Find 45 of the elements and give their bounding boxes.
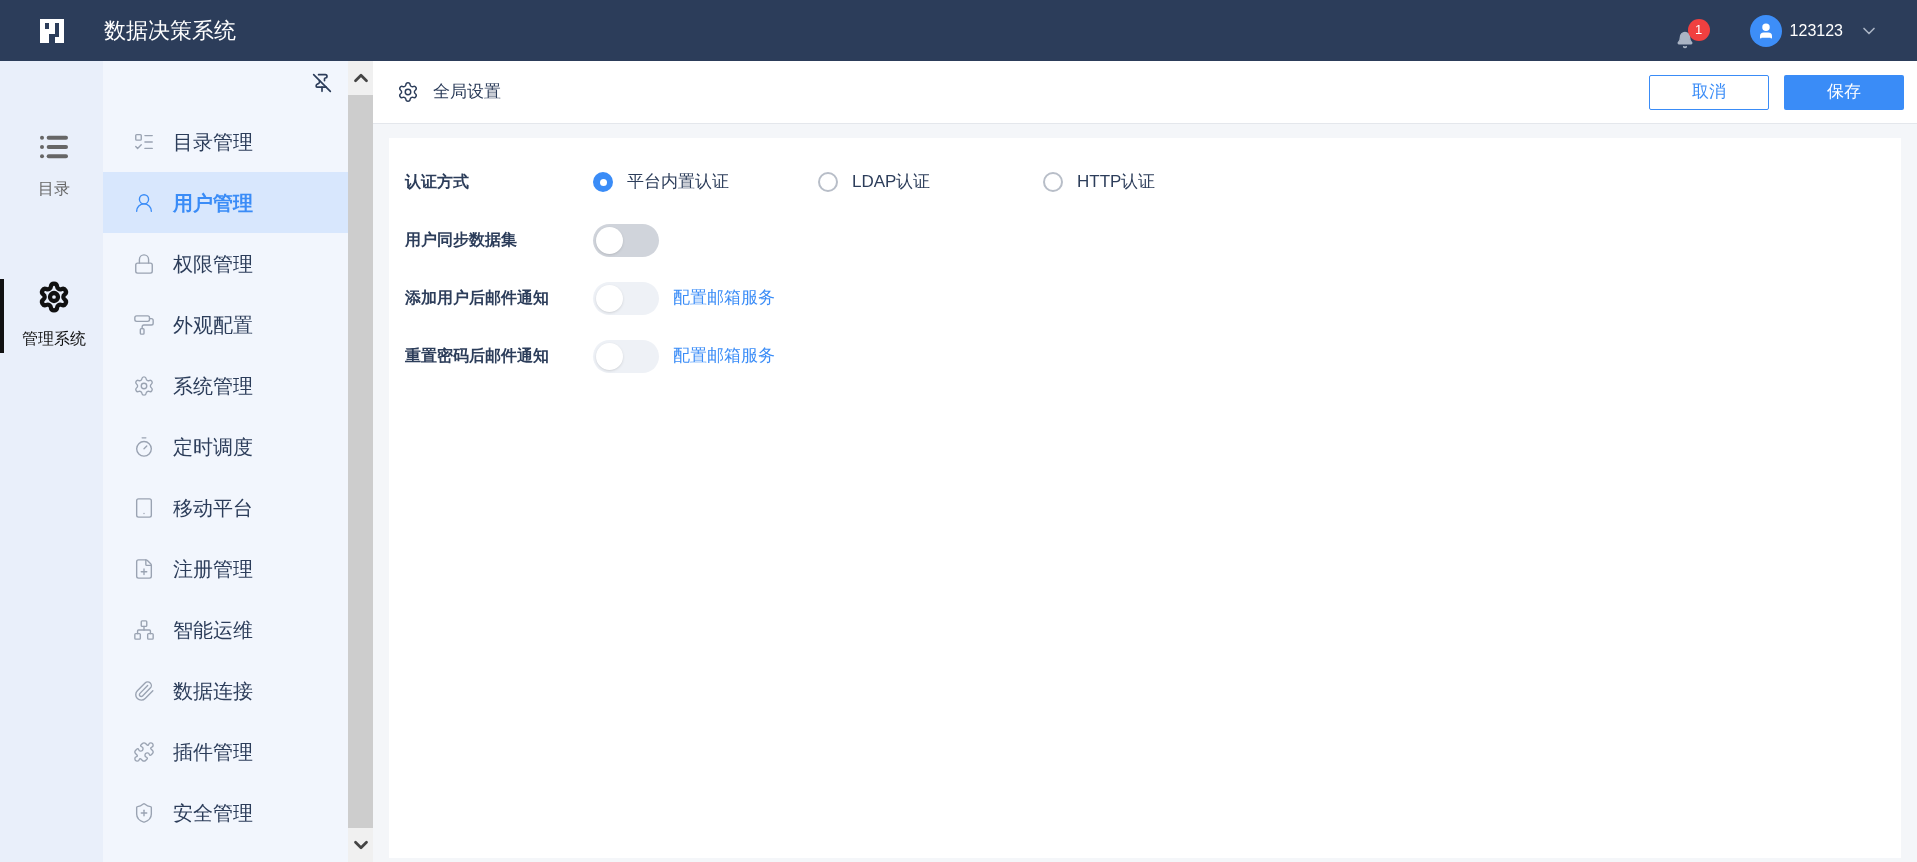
radio-button[interactable] [818,172,838,192]
rail-item[interactable]: 目录 [0,129,103,203]
nav-item[interactable]: 系统管理 [103,355,348,416]
logo-icon [38,16,66,45]
nav-item[interactable]: 注册管理 [103,538,348,599]
puzzle-icon [133,740,155,763]
paint-roller-icon [133,313,155,336]
radio-option[interactable]: LDAP认证 [818,169,1043,195]
radio-option[interactable]: HTTP认证 [1043,169,1268,195]
radio-button[interactable] [1043,172,1063,192]
nav-item[interactable]: 插件管理 [103,721,348,782]
nav-item[interactable]: 权限管理 [103,233,348,294]
toggle-switch[interactable] [593,223,659,257]
page-title: 全局设置 [433,81,501,104]
document-plus-icon [133,557,155,580]
radio-button[interactable] [593,172,613,192]
nav-item[interactable]: 外观配置 [103,294,348,355]
tablet-icon [133,496,155,519]
nav-item[interactable]: 移动平台 [103,477,348,538]
user-menu[interactable]: 123123 [1749,14,1879,47]
settings-icon [37,281,70,313]
lock-icon [133,252,155,275]
settings-icon [133,374,155,397]
bell-icon[interactable] [1675,30,1694,49]
setting-label: 用户同步数据集 [405,230,518,250]
setting-label: 添加用户后邮件通知 [405,288,550,308]
nav-item[interactable]: 数据连接 [103,660,348,721]
radio-option[interactable]: 平台内置认证 [593,169,818,195]
avatar [1749,14,1782,47]
timer-icon [133,435,155,458]
notification-badge: 1 [1687,18,1710,41]
nav-item[interactable]: 目录管理 [103,111,348,172]
setting-label: 重置密码后邮件通知 [405,346,550,366]
network-icon [133,618,155,641]
paperclip-icon [133,679,155,702]
nav-item[interactable]: 安全管理 [103,782,348,843]
settings-icon [397,81,419,103]
username: 123123 [1789,20,1843,41]
unpin-icon[interactable] [312,73,332,93]
shield-icon [133,801,155,824]
setting-label: 认证方式 [405,172,470,192]
app-title: 数据决策系统 [104,17,236,45]
nav-item[interactable]: 智能运维 [103,599,348,660]
user-icon [133,191,155,214]
nav-item[interactable]: 定时调度 [103,416,348,477]
